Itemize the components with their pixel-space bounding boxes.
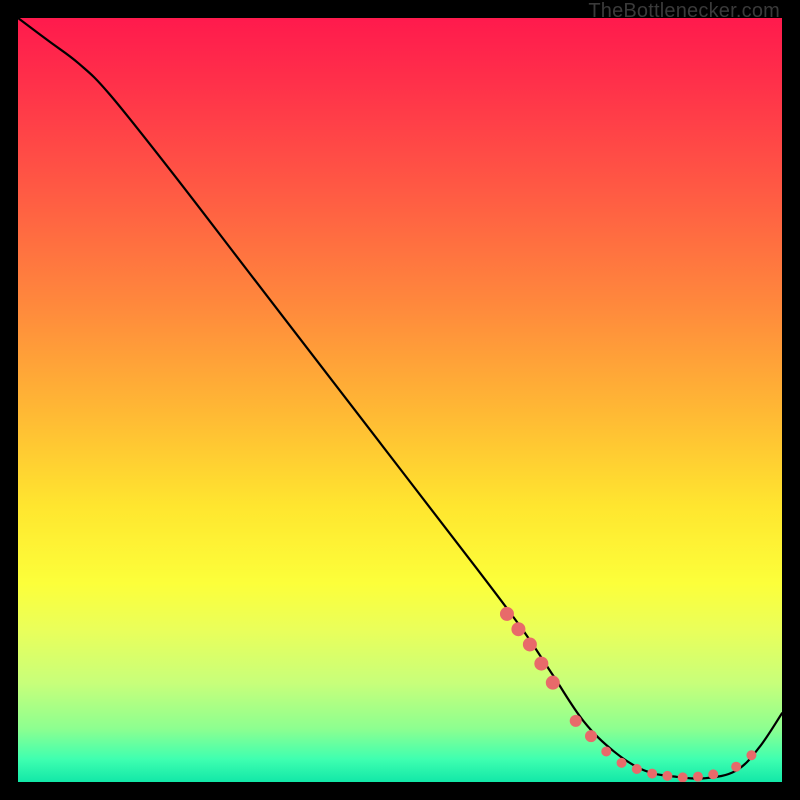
highlight-dot bbox=[731, 762, 741, 772]
highlight-dot bbox=[585, 730, 597, 742]
chart-frame: TheBottlenecker.com bbox=[0, 0, 800, 800]
bottleneck-curve bbox=[18, 18, 782, 779]
plot-area bbox=[18, 18, 782, 782]
highlight-dot bbox=[511, 622, 525, 636]
highlight-dots bbox=[500, 607, 756, 782]
highlight-dot bbox=[523, 637, 537, 651]
highlight-dot bbox=[500, 607, 514, 621]
highlight-dot bbox=[678, 772, 688, 782]
highlight-dot bbox=[647, 769, 657, 779]
highlight-dot bbox=[534, 657, 548, 671]
highlight-dot bbox=[746, 750, 756, 760]
highlight-dot bbox=[617, 758, 627, 768]
highlight-dot bbox=[632, 764, 642, 774]
highlight-dot bbox=[570, 715, 582, 727]
chart-svg bbox=[18, 18, 782, 782]
highlight-dot bbox=[546, 676, 560, 690]
highlight-dot bbox=[601, 746, 611, 756]
highlight-dot bbox=[662, 771, 672, 781]
highlight-dot bbox=[693, 772, 703, 782]
highlight-dot bbox=[708, 769, 718, 779]
